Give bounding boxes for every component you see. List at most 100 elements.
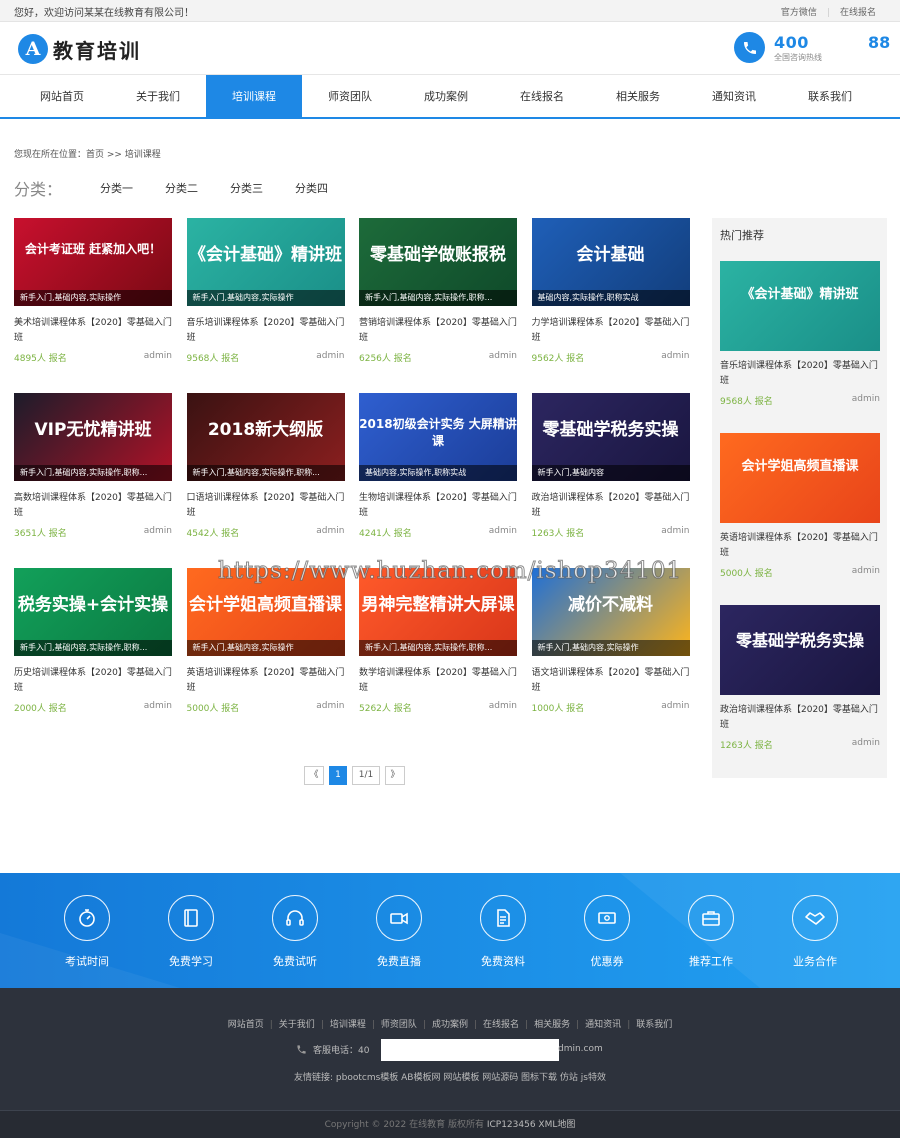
course-author: admin [851, 394, 880, 404]
course-card[interactable]: 会计学姐高频直播课 新手入门,基础内容,实际操作 英语培训课程体系【2020】零基础… [186, 568, 345, 728]
enroll-count: 5262人 报名 [359, 704, 412, 714]
sidebar-image-text: 零基础学税务实操 [735, 631, 864, 650]
nav-signup[interactable]: 在线报名 [494, 75, 590, 117]
sidebar-item-title[interactable]: 政治培训课程体系【2020】零基础入门班 [720, 703, 880, 734]
course-title[interactable]: 政治培训课程体系【2020】零基础入门班 [532, 491, 690, 522]
nav-news[interactable]: 通知资讯 [686, 75, 782, 117]
course-title[interactable]: 历史培训课程体系【2020】零基础入门班 [14, 666, 172, 697]
feature-briefcase[interactable]: 推荐工作 [659, 895, 763, 969]
page-1-button[interactable]: 1 [329, 766, 347, 785]
course-meta: 6256人 报名 admin [359, 351, 517, 364]
feature-label: 考试时间 [65, 955, 109, 968]
course-thumbnail[interactable]: 2018新大纲版 新手入门,基础内容,实际操作,职称... [186, 393, 345, 481]
feature-stopwatch[interactable]: 考试时间 [35, 895, 139, 969]
course-author: admin [488, 526, 517, 536]
course-meta: 4241人 报名 admin [359, 526, 517, 539]
hotline: 400 全国咨询热线 88 [734, 32, 890, 63]
course-title[interactable]: 音乐培训课程体系【2020】零基础入门班 [187, 316, 345, 347]
category-item-4[interactable]: 分类四 [295, 180, 328, 196]
course-author: admin [851, 738, 880, 748]
feature-document[interactable]: 免费资料 [451, 895, 555, 969]
course-title[interactable]: 口语培训课程体系【2020】零基础入门班 [187, 491, 345, 522]
course-thumbnail[interactable]: 2018初级会计实务 大屏精讲课 基础内容,实际操作,职称实战 [359, 393, 517, 481]
course-title[interactable]: 美术培训课程体系【2020】零基础入门班 [14, 316, 172, 347]
footer-link[interactable]: 网站首页 [228, 1017, 264, 1030]
footer-link[interactable]: 联系我们 [636, 1017, 672, 1030]
feature-headset[interactable]: 免费试听 [243, 895, 347, 969]
course-author: admin [316, 701, 345, 711]
course-card[interactable]: 减价不减料 新手入门,基础内容,实际操作 语文培训课程体系【2020】零基础入门班 1… [531, 568, 690, 728]
course-image-text: 2018新大纲版 [207, 420, 324, 440]
course-card[interactable]: 零基础学做账报税 新手入门,基础内容,实际操作,职称... 营销培训课程体系【202… [359, 218, 517, 378]
footer-link[interactable]: 成功案例 [432, 1017, 468, 1030]
course-thumbnail[interactable]: 《会计基础》精讲班 新手入门,基础内容,实际操作 [186, 218, 345, 306]
course-thumbnail[interactable]: 会计基础 基础内容,实际操作,职称实战 [531, 218, 690, 306]
category-item-1[interactable]: 分类一 [100, 180, 133, 196]
course-title[interactable]: 营销培训课程体系【2020】零基础入门班 [359, 316, 517, 347]
sidebar-thumbnail[interactable]: 零基础学税务实操 [720, 605, 880, 695]
site-logo[interactable]: A 教育培训 [18, 34, 141, 64]
sidebar-item-title[interactable]: 英语培训课程体系【2020】零基础入门班 [720, 531, 880, 562]
nav-services[interactable]: 相关服务 [590, 75, 686, 117]
feature-handshake[interactable]: 业务合作 [763, 895, 867, 969]
course-card[interactable]: 会计基础 基础内容,实际操作,职称实战力学培训课程体系【2020】零基础入门班 95… [531, 218, 690, 378]
sidebar-thumbnail[interactable]: 《会计基础》精讲班 [720, 261, 880, 351]
signup-link[interactable]: 在线报名 [840, 8, 876, 18]
nav-home[interactable]: 网站首页 [14, 75, 110, 117]
footer-link[interactable]: 通知资讯 [585, 1017, 621, 1030]
course-thumbnail[interactable]: 会计考证班 赶紧加入吧！ 新手入门,基础内容,实际操作 [14, 218, 172, 306]
sidebar-item-title[interactable]: 音乐培训课程体系【2020】零基础入门班 [720, 359, 880, 390]
course-card[interactable]: 零基础学税务实操 新手入门,基础内容 政治培训课程体系【2020】零基础入门班 126… [531, 393, 690, 553]
nav-cases[interactable]: 成功案例 [398, 75, 494, 117]
course-card[interactable]: 会计考证班 赶紧加入吧！ 新手入门,基础内容,实际操作美术培训课程体系【2020】… [14, 218, 172, 378]
category-item-2[interactable]: 分类二 [165, 180, 198, 196]
course-title[interactable]: 英语培训课程体系【2020】零基础入门班 [187, 666, 345, 697]
course-thumbnail[interactable]: VIP无忧精讲班 新手入门,基础内容,实际操作,职称... [14, 393, 172, 481]
prev-page-button[interactable]: 《 [304, 766, 324, 785]
course-card[interactable]: 税务实操+会计实操 新手入门,基础内容,实际操作,职称... 历史培训课程体系【20… [14, 568, 172, 728]
course-card[interactable]: 2018初级会计实务 大屏精讲课 基础内容,实际操作,职称实战生物培训课程体系【2… [359, 393, 517, 553]
nav-courses[interactable]: 培训课程 [206, 75, 302, 117]
feature-coupon[interactable]: 优惠券 [555, 895, 659, 969]
enroll-count: 9562人 报名 [531, 354, 585, 364]
sidebar-item[interactable]: 《会计基础》精讲班 音乐培训课程体系【2020】零基础入门班 9568人 报名 adm… [720, 261, 880, 407]
feature-video[interactable]: 免费直播 [347, 895, 451, 969]
nav-teachers[interactable]: 师资团队 [302, 75, 398, 117]
nav-about[interactable]: 关于我们 [110, 75, 206, 117]
course-title[interactable]: 高数培训课程体系【2020】零基础入门班 [14, 491, 172, 522]
book-icon [168, 895, 214, 941]
course-title[interactable]: 生物培训课程体系【2020】零基础入门班 [359, 491, 517, 522]
enroll-count: 1263人 报名 [720, 741, 773, 751]
course-title[interactable]: 数学培训课程体系【2020】零基础入门班 [359, 666, 517, 697]
category-item-3[interactable]: 分类三 [230, 180, 263, 196]
footer-link[interactable]: 培训课程 [330, 1017, 366, 1030]
course-title[interactable]: 力学培训课程体系【2020】零基础入门班 [532, 316, 690, 347]
course-author: admin [488, 351, 517, 361]
course-image-text: 零基础学做账报税 [370, 245, 506, 265]
sidebar-item[interactable]: 零基础学税务实操政治培训课程体系【2020】零基础入门班 1263人 报名 admi… [720, 605, 880, 751]
pagination: 《 1 1/1 》 [304, 766, 410, 785]
course-card[interactable]: 《会计基础》精讲班 新手入门,基础内容,实际操作音乐培训课程体系【2020】零基础… [186, 218, 345, 378]
course-title[interactable]: 语文培训课程体系【2020】零基础入门班 [532, 666, 690, 697]
course-image-text: 会计学姐高频直播课 [189, 595, 342, 615]
course-card[interactable]: VIP无忧精讲班 新手入门,基础内容,实际操作,职称... 高数培训课程体系【202… [14, 393, 172, 553]
course-author: admin [661, 351, 690, 361]
course-card[interactable]: 男神完整精讲大屏课 新手入门,基础内容,实际操作,职称... 数学培训课程体系【20… [359, 568, 517, 728]
footer-link[interactable]: 关于我们 [279, 1017, 315, 1030]
footer-link[interactable]: 相关服务 [534, 1017, 570, 1030]
sidebar-thumbnail[interactable]: 会计学姐高频直播课 [720, 433, 880, 523]
feature-book[interactable]: 免费学习 [139, 895, 243, 969]
sidebar-item[interactable]: 会计学姐高频直播课 英语培训课程体系【2020】零基础入门班 5000人 报名 adm… [720, 433, 880, 579]
page-total: 1/1 [352, 766, 380, 785]
icp-link[interactable]: ICP123456 XML地图 [487, 1120, 576, 1130]
footer-link[interactable]: 师资团队 [381, 1017, 417, 1030]
next-page-button[interactable]: 》 [385, 766, 405, 785]
course-card[interactable]: 2018新大纲版 新手入门,基础内容,实际操作,职称... 口语培训课程体系【202… [186, 393, 345, 553]
footer-link[interactable]: 在线报名 [483, 1017, 519, 1030]
course-thumbnail[interactable]: 税务实操+会计实操 新手入门,基础内容,实际操作,职称... [14, 568, 172, 656]
nav-contact[interactable]: 联系我们 [782, 75, 878, 117]
footer-link-separator: | [474, 1020, 478, 1030]
course-thumbnail[interactable]: 零基础学税务实操 新手入门,基础内容 [531, 393, 690, 481]
wechat-link[interactable]: 官方微信 [781, 8, 817, 18]
course-thumbnail[interactable]: 零基础学做账报税 新手入门,基础内容,实际操作,职称... [359, 218, 517, 306]
